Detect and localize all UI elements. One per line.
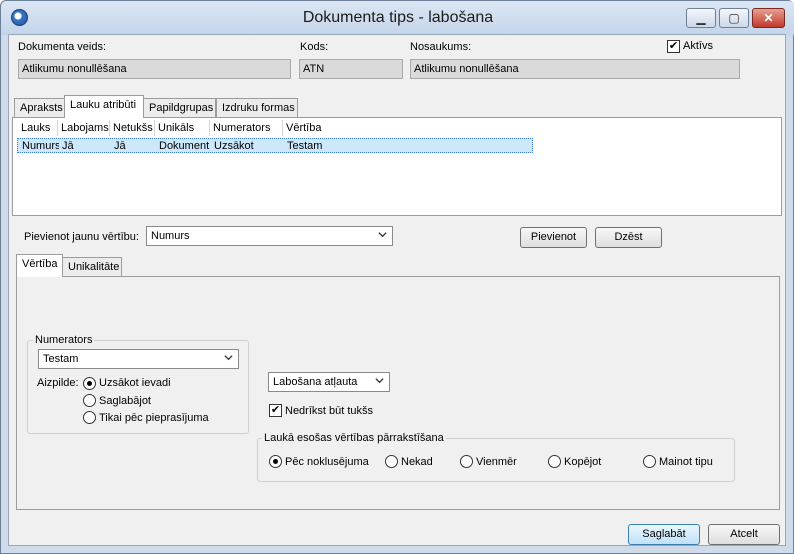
name-field[interactable]: Atlikumu nonullēšana	[410, 59, 740, 79]
fill-label: Aizpilde:	[37, 377, 79, 389]
code-field[interactable]: ATN	[299, 59, 403, 79]
radio-mainot-tipu[interactable]	[643, 455, 656, 468]
add-value-combo-text: Numurs	[151, 230, 190, 242]
overwrite-group-label: Laukā esošas vērtības pārrakstīšana	[262, 432, 446, 444]
radio-pec-noklusejuma[interactable]	[269, 455, 282, 468]
radio-label: Pēc noklusējuma	[285, 456, 369, 468]
active-label: Aktīvs	[683, 40, 713, 52]
table-row[interactable]: Numurs Jā Jā Dokument Uzsākot Testam	[17, 138, 533, 153]
maximize-button[interactable]: ▢	[719, 8, 749, 28]
tab-izdruku-formas[interactable]: Izdruku formas	[216, 98, 298, 118]
active-checkbox[interactable]: ✔	[667, 40, 680, 53]
minimize-icon: ▁	[696, 11, 706, 25]
table-cell: Testam	[287, 140, 323, 152]
radio-label: Kopējot	[564, 456, 602, 468]
tab-vertiba[interactable]: Vērtība	[16, 254, 63, 277]
edit-permission-combo[interactable]: Labošana atļauta	[268, 372, 390, 392]
column-header-netukss[interactable]: Netukšs	[110, 120, 155, 136]
window-title: Dokumenta tips - labošana	[302, 9, 494, 26]
radio-vienmer[interactable]	[460, 455, 473, 468]
add-value-label: Pievienot jaunu vērtību:	[24, 231, 139, 243]
numerators-group-label: Numerators	[33, 334, 95, 346]
radio-label: Nekad	[401, 456, 433, 468]
column-header-unikals[interactable]: Unikāls	[155, 120, 210, 136]
close-icon: ✕	[763, 11, 774, 25]
column-header-vertiba[interactable]: Vērtība	[283, 120, 533, 136]
tab-unikalitate[interactable]: Unikalitāte	[62, 257, 122, 277]
radio-label: Tikai pēc pieprasījuma	[99, 412, 209, 424]
radio-saglabajot[interactable]	[83, 394, 96, 407]
checkmark-icon: ✔	[668, 40, 679, 52]
attributes-grid[interactable]: Lauks Labojams Netukšs Unikāls Numerator…	[12, 117, 782, 216]
radio-nekad[interactable]	[385, 455, 398, 468]
radio-label: Mainot tipu	[659, 456, 713, 468]
radio-uzsakot-ievadi[interactable]	[83, 377, 96, 390]
maximize-icon: ▢	[728, 11, 740, 25]
minimize-button[interactable]: ▁	[686, 8, 716, 28]
close-button[interactable]: ✕	[752, 8, 785, 28]
doc-type-field[interactable]: Atlikumu nonullēšana	[18, 59, 291, 79]
chevron-down-icon	[378, 232, 387, 238]
chevron-down-icon	[375, 378, 384, 384]
table-cell: Jā	[114, 140, 126, 152]
title-bar: Dokumenta tips - labošana ▁ ▢ ✕	[1, 1, 794, 35]
save-button[interactable]: Saglabāt	[628, 524, 700, 545]
numerator-combo[interactable]: Testam	[38, 349, 239, 369]
tab-lauku-atributi[interactable]: Lauku atribūti	[64, 95, 144, 118]
table-cell: Uzsākot	[214, 140, 254, 152]
not-empty-checkbox[interactable]: ✔	[269, 404, 282, 417]
radio-kopejot[interactable]	[548, 455, 561, 468]
add-value-combo[interactable]: Numurs	[146, 226, 393, 246]
edit-permission-combo-text: Labošana atļauta	[273, 376, 358, 388]
table-cell: Numurs	[22, 140, 59, 152]
column-header-labojams[interactable]: Labojams	[58, 120, 110, 136]
radio-label: Vienmēr	[476, 456, 517, 468]
add-button[interactable]: Pievienot	[520, 227, 587, 248]
cancel-button[interactable]: Atcelt	[708, 524, 780, 545]
radio-tikai-pec-pieprasijuma[interactable]	[83, 411, 96, 424]
chevron-down-icon	[224, 355, 233, 361]
code-label: Kods:	[300, 41, 329, 53]
name-label: Nosaukums:	[410, 41, 472, 53]
tab-papildgrupas[interactable]: Papildgrupas	[143, 98, 216, 118]
radio-label: Saglabājot	[99, 395, 151, 407]
table-cell: Jā	[62, 140, 74, 152]
tab-apraksts[interactable]: Apraksts	[14, 98, 65, 118]
doc-type-label: Dokumenta veids:	[18, 41, 107, 53]
table-cell: Dokument	[159, 140, 210, 152]
column-header-numerators[interactable]: Numerators	[210, 120, 283, 136]
numerator-combo-text: Testam	[43, 353, 79, 365]
column-header-lauks[interactable]: Lauks	[18, 120, 58, 136]
radio-label: Uzsākot ievadi	[99, 377, 171, 389]
checkmark-icon: ✔	[270, 404, 281, 416]
delete-button[interactable]: Dzēst	[595, 227, 662, 248]
not-empty-label: Nedrīkst būt tukšs	[285, 405, 374, 417]
